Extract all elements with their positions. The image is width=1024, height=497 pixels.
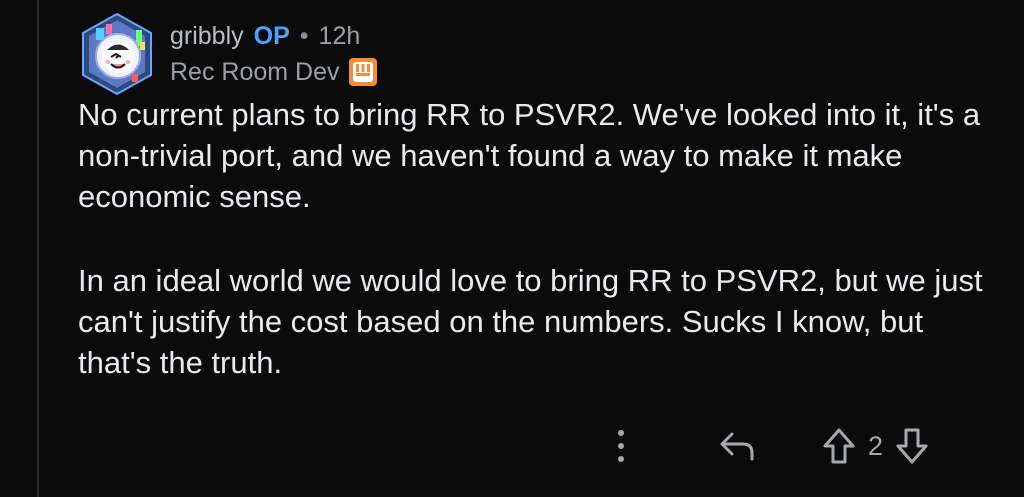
comment-meta: gribbly OP • 12h Rec Room Dev (170, 12, 378, 88)
comment-actions: 2 (600, 420, 1000, 472)
downvote-icon (896, 428, 928, 464)
username[interactable]: gribbly (170, 20, 244, 52)
comment-header: gribbly OP • 12h Rec Room Dev (78, 12, 998, 96)
user-flair: Rec Room Dev (170, 56, 378, 88)
comment-paragraph-1: No current plans to bring RR to PSVR2. W… (78, 97, 981, 214)
comment: gribbly OP • 12h Rec Room Dev No current… (78, 12, 998, 426)
comment-paragraph-2: In an ideal world we would love to bring… (78, 263, 983, 380)
timestamp[interactable]: 12h (319, 20, 361, 52)
rec-room-icon (348, 58, 377, 86)
comment-body: No current plans to bring RR to PSVR2. W… (78, 94, 998, 383)
upvote-button[interactable] (822, 426, 856, 466)
avatar[interactable] (78, 12, 156, 96)
separator-dot: • (299, 22, 309, 50)
vote-controls: 2 (822, 426, 929, 466)
thread-line (37, 0, 39, 497)
downvote-button[interactable] (895, 426, 929, 466)
upvote-icon (823, 428, 855, 464)
reply-icon (720, 432, 754, 461)
comment-meta-line: gribbly OP • 12h (170, 20, 378, 52)
reply-button[interactable] (712, 429, 762, 463)
op-badge: OP (253, 22, 290, 50)
vote-count: 2 (868, 430, 884, 461)
more-options-button[interactable] (600, 428, 642, 464)
astronaut-avatar-icon (82, 12, 152, 96)
flair-text: Rec Room Dev (170, 58, 340, 86)
more-options-icon (618, 430, 624, 462)
